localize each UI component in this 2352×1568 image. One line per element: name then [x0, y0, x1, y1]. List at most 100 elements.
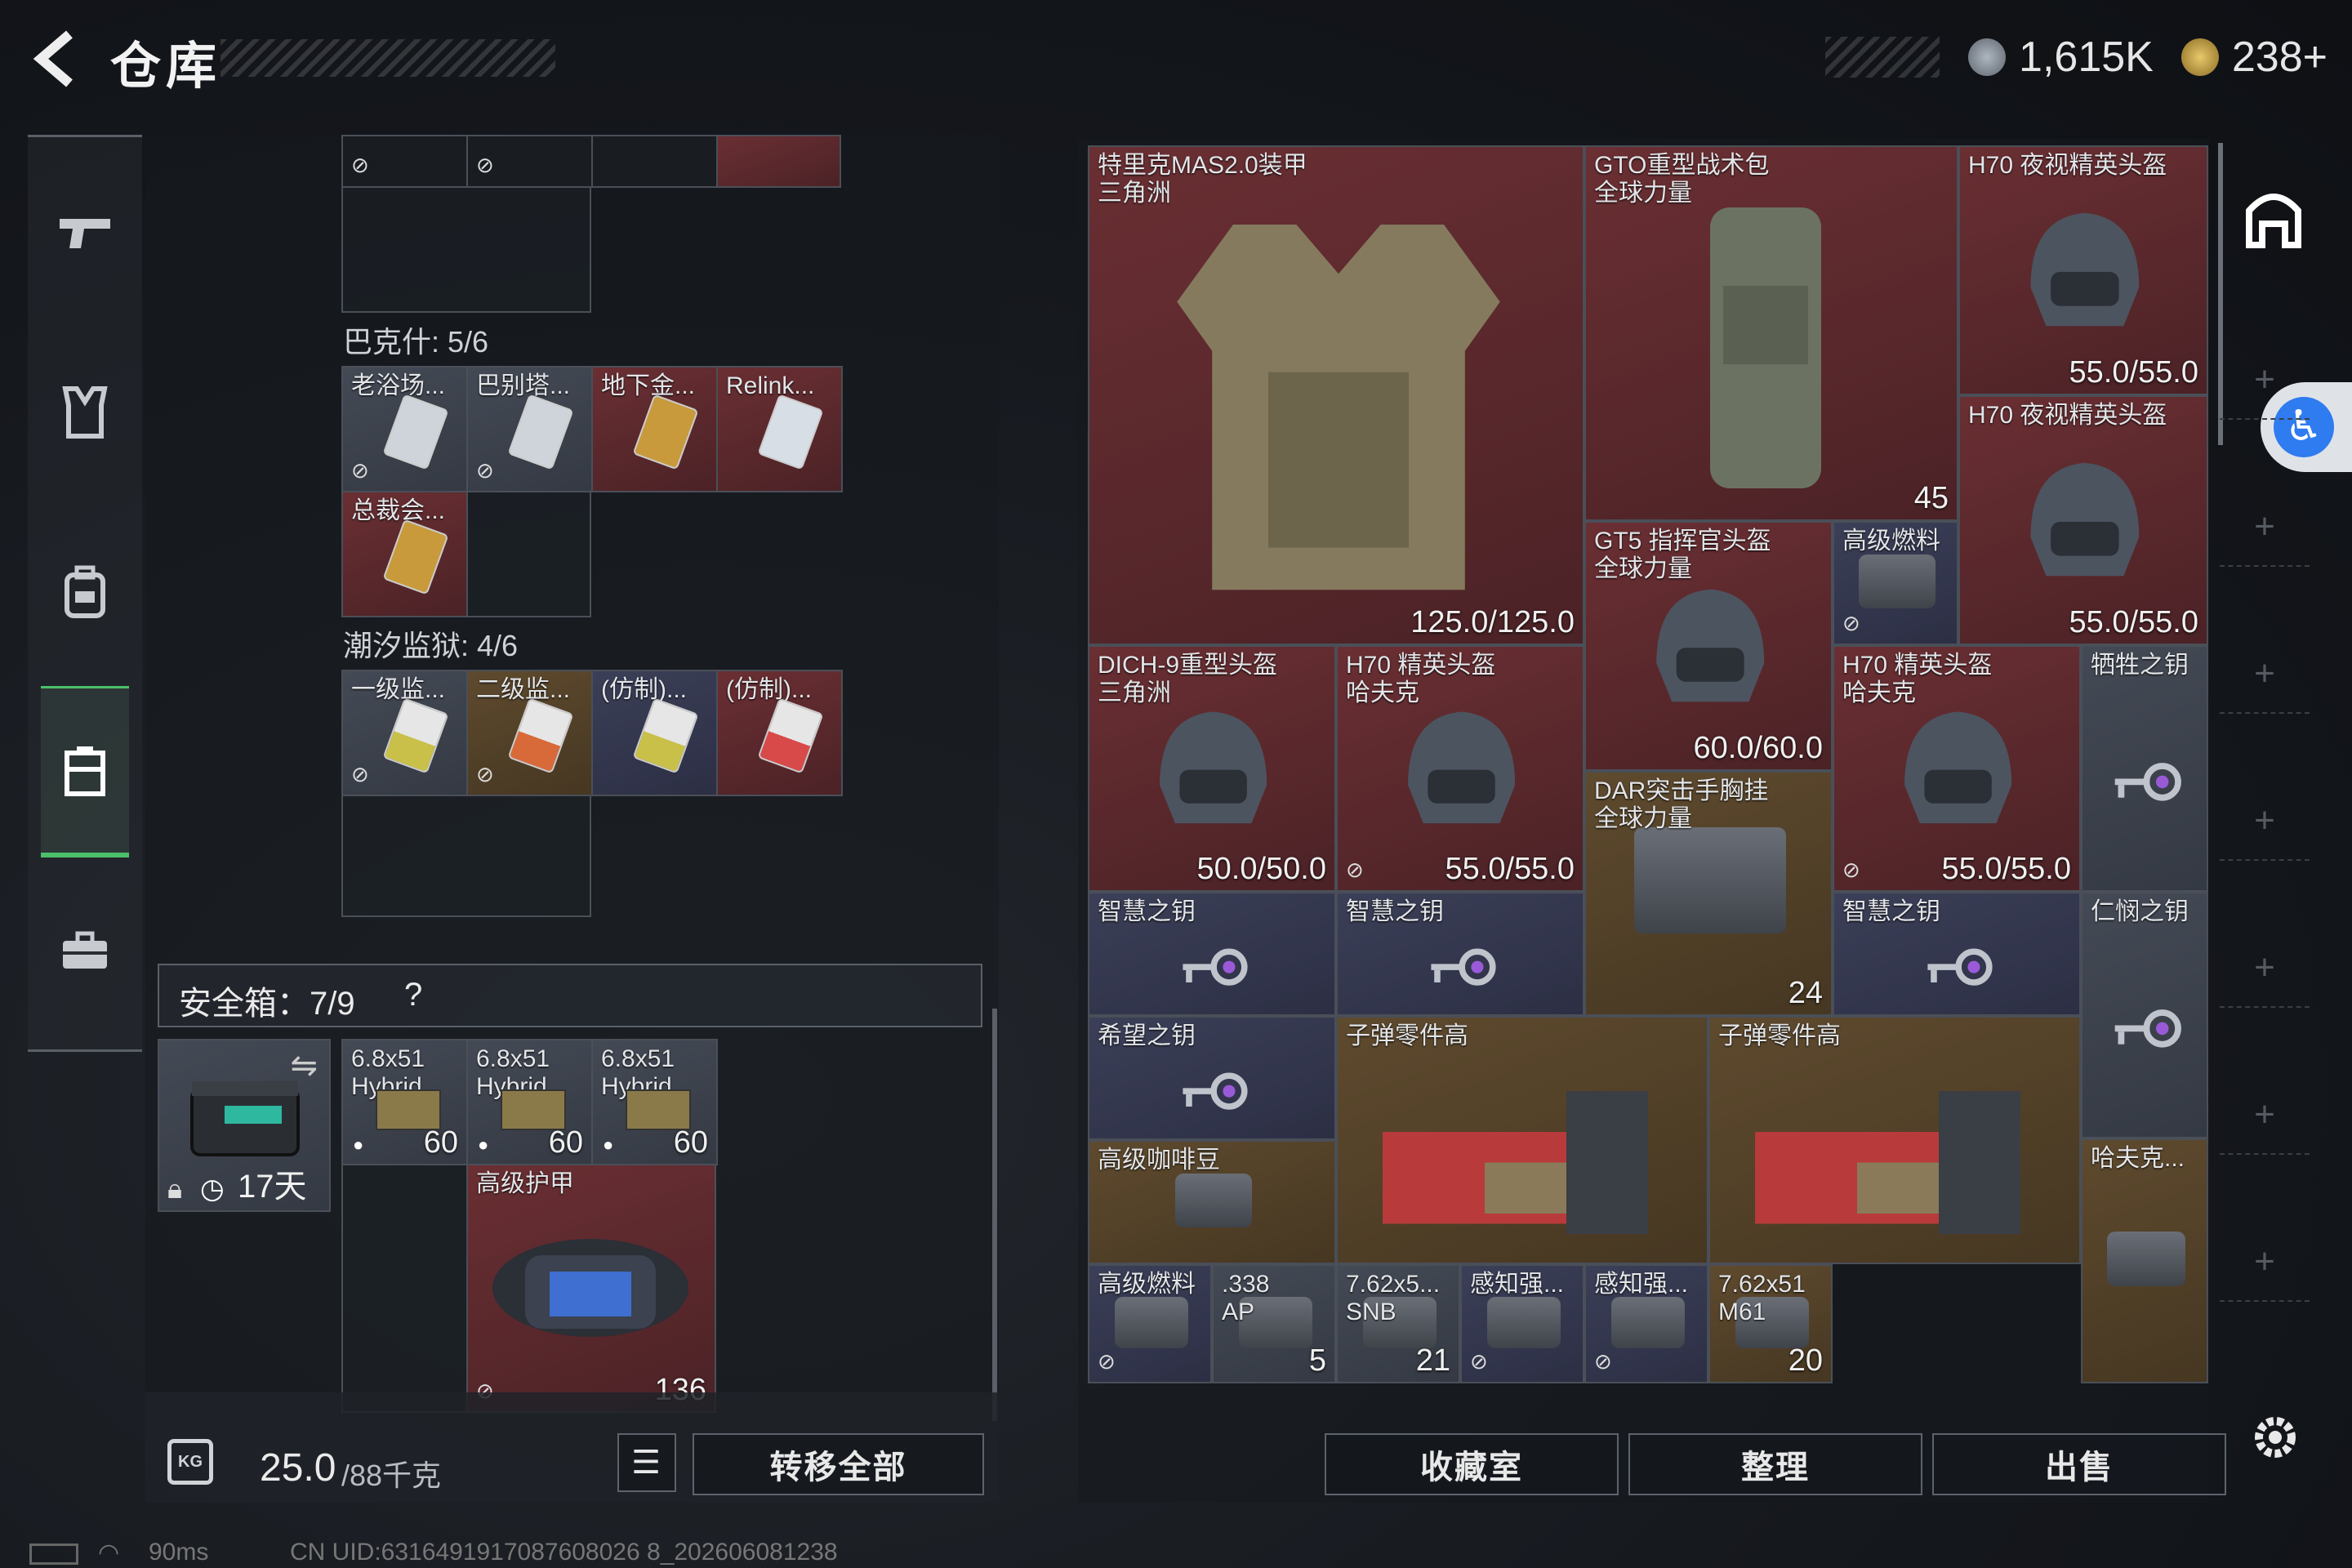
collection-room-button[interactable]: 收藏室: [1325, 1433, 1619, 1495]
left-scrollbar[interactable]: [992, 1009, 997, 1421]
item-name: 7.62x51: [1718, 1271, 1806, 1298]
ammo-count: 60: [423, 1125, 458, 1160]
swap-icon[interactable]: ⇋: [290, 1047, 318, 1085]
nav-armor[interactable]: [28, 339, 142, 486]
add-slot-icon[interactable]: +: [2244, 800, 2285, 841]
coffee-bag-icon: [1174, 1173, 1253, 1227]
sort-button[interactable]: 整理: [1628, 1433, 1922, 1495]
item-name: 感知强...: [1470, 1271, 1565, 1298]
no-trade-icon: ⊘: [476, 762, 494, 786]
item-name: 智慧之钥: [1098, 898, 1196, 925]
add-slot-icon[interactable]: +: [2244, 506, 2285, 547]
item-sub: 全球力量: [1594, 180, 1692, 207]
add-slot-icon[interactable]: +: [2244, 653, 2285, 694]
sell-button[interactable]: 出售: [1932, 1433, 2226, 1495]
item-fuel2[interactable]: 高级燃料 ⊘: [1088, 1264, 1212, 1383]
grid-cell-empty[interactable]: [341, 1164, 468, 1413]
add-slot-icon[interactable]: +: [2244, 1094, 2285, 1135]
keycard-item[interactable]: 老浴场... ⊘: [341, 366, 468, 492]
keycard-item[interactable]: 二级监... ⊘: [466, 670, 593, 796]
keycard-item[interactable]: 巴别塔... ⊘: [466, 366, 593, 492]
item-h70b[interactable]: H70 精英头盔 哈夫克 ⊘ 55.0/55.0: [1833, 645, 2081, 892]
keycard-item[interactable]: (仿制)...: [591, 670, 718, 796]
grid-cell[interactable]: ⊘: [466, 135, 593, 188]
armor-vest-icon: [1177, 225, 1500, 590]
silver-coin-icon: [1968, 38, 2007, 76]
no-trade-icon: ⊘: [351, 153, 369, 177]
item-vest[interactable]: 特里克MAS2.0装甲 三角洲 125.0/125.0: [1088, 145, 1584, 645]
item-sense1[interactable]: 感知强... ⊘: [1460, 1264, 1584, 1383]
item-parts1[interactable]: 子弹零件高: [1336, 1016, 1708, 1264]
keycard-item[interactable]: (仿制)...: [716, 670, 843, 796]
chest-rig-icon: [1634, 827, 1786, 934]
grid-cell[interactable]: ⊘: [341, 135, 468, 188]
item-coffee[interactable]: 高级咖啡豆: [1088, 1140, 1336, 1264]
armor-bag-item[interactable]: 高级护甲 ⊘ 136: [466, 1164, 716, 1413]
list-view-button[interactable]: ☰: [617, 1433, 676, 1492]
item-gt5[interactable]: GT5 指挥官头盔 全球力量 60.0/60.0: [1584, 521, 1833, 771]
item-dich[interactable]: DICH-9重型头盔 三角洲 50.0/50.0: [1088, 645, 1336, 892]
rail-divider: [2220, 859, 2310, 861]
rail-divider: [2220, 1006, 2310, 1008]
item-name: 二级监...: [476, 676, 571, 703]
add-slot-icon[interactable]: +: [2244, 947, 2285, 988]
item-nv2[interactable]: H70 夜视精英头盔 55.0/55.0: [1958, 395, 2208, 645]
grid-cell[interactable]: [591, 135, 718, 188]
safe-box-icon: [190, 1081, 300, 1156]
item-wis3[interactable]: 智慧之钥: [1833, 892, 2081, 1016]
nav-weapons[interactable]: [28, 159, 142, 306]
currency-amount-2[interactable]: 238+: [2232, 33, 2328, 82]
item-h70a[interactable]: H70 精英头盔 哈夫克 ⊘ 55.0/55.0: [1336, 645, 1584, 892]
item-parts2[interactable]: 子弹零件高: [1708, 1016, 2081, 1264]
settings-gear-icon[interactable]: [2247, 1410, 2303, 1465]
item-name: 特里克MAS2.0装甲: [1098, 152, 1307, 179]
item-haf[interactable]: 哈夫克...: [2081, 1138, 2208, 1383]
item-wis2[interactable]: 智慧之钥: [1336, 892, 1584, 1016]
item-wis1[interactable]: 智慧之钥: [1088, 892, 1336, 1016]
fuel-can-icon: [1114, 1296, 1189, 1349]
nav-backpack[interactable]: [28, 519, 142, 666]
item-ap338[interactable]: .338 AP 5: [1212, 1264, 1336, 1383]
item-sacrifice[interactable]: 牺牲之钥: [2081, 645, 2208, 892]
item-snb[interactable]: 7.62x5... SNB 21: [1336, 1264, 1460, 1383]
item-sense2[interactable]: 感知强... ⊘: [1584, 1264, 1708, 1383]
ammo-item[interactable]: 6.8x51 Hybrid ● 60: [466, 1039, 593, 1165]
add-slot-icon[interactable]: +: [2244, 1241, 2285, 1282]
item-hope[interactable]: 希望之钥: [1088, 1016, 1336, 1140]
nav-chest-rig[interactable]: [41, 686, 129, 858]
item-nv1[interactable]: H70 夜视精英头盔 55.0/55.0: [1958, 145, 2208, 395]
item-backpack[interactable]: GTO重型战术包 全球力量 45: [1584, 145, 1958, 521]
transfer-all-button[interactable]: 转移全部: [693, 1433, 984, 1495]
keycard-item[interactable]: 一级监... ⊘: [341, 670, 468, 796]
add-slot-icon[interactable]: +: [2244, 359, 2285, 400]
item-name: DICH-9重型头盔: [1098, 652, 1278, 679]
keycard-item[interactable]: 地下金...: [591, 366, 718, 492]
storage-house-icon[interactable]: [2243, 188, 2305, 250]
help-icon[interactable]: ?: [404, 977, 422, 1013]
keycard-icon: [382, 519, 449, 595]
keycard-icon: [507, 394, 574, 470]
right-scrollbar[interactable]: [2218, 143, 2223, 445]
key-icon: [1431, 948, 1496, 986]
ammo-item[interactable]: 6.8x51 Hybrid ● 60: [591, 1039, 718, 1165]
grid-cell[interactable]: [716, 135, 841, 188]
item-m61[interactable]: 7.62x51 M61 20: [1708, 1264, 1833, 1383]
duffel-bag-icon: [492, 1239, 688, 1337]
page-title: 仓库: [110, 38, 222, 95]
item-mercy[interactable]: 仁悯之钥: [2081, 892, 2208, 1138]
grid-cell-empty[interactable]: [341, 186, 591, 313]
item-fuel1[interactable]: 高级燃料 ⊘: [1833, 521, 1958, 645]
grid-cell-empty[interactable]: [341, 795, 591, 917]
nav-case[interactable]: [28, 878, 142, 1025]
ammo-item[interactable]: 6.8x51 Hybrid ● 60: [341, 1039, 468, 1165]
document-icon: [2106, 1231, 2186, 1287]
keycard-item[interactable]: 总裁会...: [341, 491, 468, 617]
keycard-icon: [382, 394, 449, 470]
item-dar[interactable]: DAR突击手胸挂 全球力量 24: [1584, 771, 1833, 1016]
keycard-item[interactable]: Relink...: [716, 366, 843, 492]
ping-text: 90ms: [149, 1539, 209, 1566]
grid-cell-empty[interactable]: [466, 491, 591, 617]
back-arrow-icon[interactable]: [24, 24, 90, 94]
rail-divider: [2220, 1153, 2310, 1155]
safe-box-item[interactable]: ⇋ 🔒︎ ◷ 17天: [158, 1039, 331, 1212]
